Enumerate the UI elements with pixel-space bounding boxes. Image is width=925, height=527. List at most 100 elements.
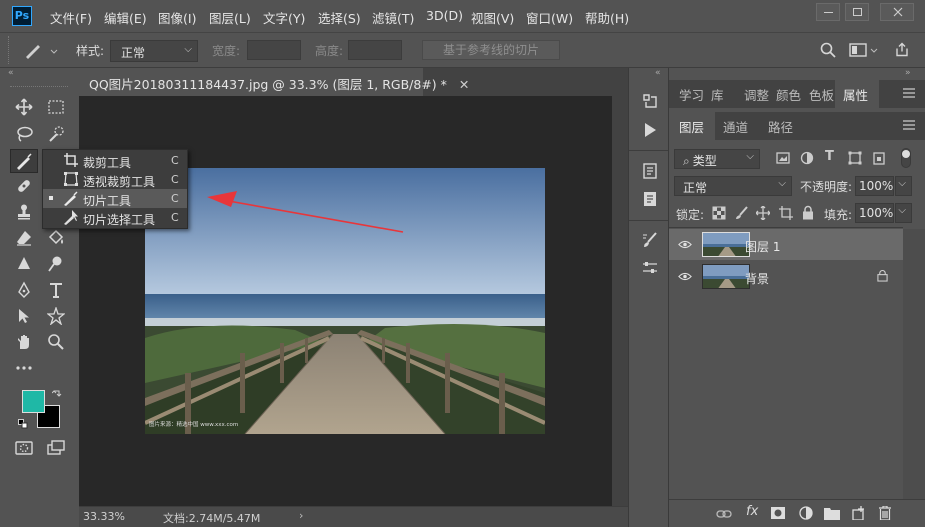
default-colors-icon[interactable] [18,419,28,429]
workspace-icon[interactable] [849,42,879,58]
menu-select[interactable]: 选择(S) [318,8,361,27]
type-tool-icon[interactable] [45,279,67,301]
fx-icon[interactable]: fx [746,504,758,519]
tab-channels[interactable]: 通道 [723,117,748,136]
tab-swatches[interactable]: 色板 [809,85,834,104]
clone-stamp-tool-icon[interactable] [13,201,35,223]
foreground-color-front[interactable] [22,390,45,413]
visibility-eye-icon[interactable] [678,272,692,281]
tab-layers[interactable]: 图层 [679,117,704,136]
height-input[interactable] [348,40,402,60]
tab-color[interactable]: 颜色 [776,85,801,104]
tab-adjustments[interactable]: 调整 [744,85,769,104]
zoom-level[interactable]: 33.33% [83,510,125,523]
new-group-icon[interactable] [824,507,840,520]
healing-brush-tool-icon[interactable] [13,175,35,197]
menu-type[interactable]: 文字(Y) [263,8,305,27]
pen-tool-icon[interactable] [13,279,35,301]
slices-from-guides-button[interactable]: 基于参考线的切片 [422,40,560,60]
edit-toolbar-icon[interactable] [13,357,35,379]
dodge-tool-icon[interactable] [45,253,67,275]
panel-menu-icon[interactable] [903,88,915,98]
flyout-item-slice[interactable]: 切片工具 C [43,189,187,208]
menu-view[interactable]: 视图(V) [471,8,514,27]
history-panel-icon[interactable] [642,93,658,109]
tab-learn[interactable]: 学习 [679,85,704,104]
lock-artboard-icon[interactable] [779,206,793,220]
actions-play-icon[interactable] [642,122,658,138]
delete-layer-icon[interactable] [879,506,891,520]
menu-help[interactable]: 帮助(H) [585,8,629,27]
toolbar-grip[interactable] [10,86,68,88]
menu-layer[interactable]: 图层(L) [209,8,251,27]
tab-libraries[interactable]: 库 [711,85,724,104]
slice-tool-button[interactable] [10,149,38,173]
tool-preset-picker[interactable] [22,41,62,61]
layer-lock-icon[interactable] [877,270,888,282]
opacity-slider-button[interactable]: ⌵ [895,176,912,196]
tab-properties[interactable]: 属性 [843,85,868,104]
zoom-tool-icon[interactable] [45,331,67,353]
close-button[interactable] [880,3,914,21]
minimize-button[interactable] [816,3,840,21]
adjustments-sliders-icon[interactable] [642,260,658,276]
menu-filter[interactable]: 滤镜(T) [372,8,414,27]
notes-panel-icon[interactable] [642,163,658,179]
lock-all-icon[interactable] [801,205,815,220]
paint-bucket-tool-icon[interactable] [45,227,67,249]
filter-type-icon[interactable]: T [825,149,834,164]
menu-edit[interactable]: 编辑(E) [104,8,147,27]
collapse-panels-icon[interactable]: » [905,68,911,78]
search-icon[interactable] [820,42,836,58]
menu-image[interactable]: 图像(I) [158,8,196,27]
document-tab[interactable]: QQ图片20180311184437.jpg @ 33.3% (图层 1, RG… [79,68,469,96]
lock-position-icon[interactable] [756,206,770,220]
flyout-item-slice-select[interactable]: 切片选择工具 C [43,208,187,227]
lasso-tool-icon[interactable] [13,123,35,145]
move-tool-icon[interactable] [13,96,35,118]
flyout-item-perspective-crop[interactable]: 透视裁剪工具 C [43,170,187,189]
layer-row-background[interactable]: 背景 [669,261,903,292]
quick-selection-tool-icon[interactable] [45,123,67,145]
eraser-tool-icon[interactable] [13,227,35,249]
collapse-toolbar-icon[interactable]: « [8,68,79,80]
link-layers-icon[interactable] [716,509,732,519]
blur-tool-icon[interactable] [13,253,35,275]
filter-shape-icon[interactable] [848,151,862,165]
marquee-tool-icon[interactable] [45,96,67,118]
swap-colors-icon[interactable] [52,388,62,398]
hand-tool-icon[interactable] [13,331,35,353]
opacity-input[interactable]: 100% [855,176,894,196]
menu-file[interactable]: 文件(F) [50,8,92,27]
layers-panel-menu-icon[interactable] [903,120,915,130]
tab-paths[interactable]: 路径 [768,117,793,136]
width-input[interactable] [247,40,301,60]
share-icon[interactable] [894,41,910,58]
lock-pixels-icon[interactable] [735,206,749,220]
layer-row-layer1[interactable]: 图层 1 [669,229,903,260]
fill-input[interactable]: 100% [855,203,894,223]
menu-window[interactable]: 窗口(W) [526,8,573,27]
filter-pixel-icon[interactable] [776,151,790,165]
blend-mode-select[interactable]: 正常 ⌵ [674,176,792,196]
quick-mask-icon[interactable] [13,437,35,459]
visibility-eye-icon[interactable] [678,240,692,249]
fill-slider-button[interactable]: ⌵ [895,203,912,223]
style-select[interactable]: 正常 ⌵ [110,40,198,62]
layers-scrollbar[interactable] [903,229,925,499]
layer-filter-select[interactable]: ⌕ 类型 ⌵ [674,149,760,169]
brush-settings-icon[interactable] [642,232,658,248]
filter-toggle-switch[interactable] [901,148,911,168]
collapse-strip-icon[interactable]: « [655,68,661,78]
status-menu-arrow-icon[interactable]: › [299,509,303,522]
vertical-scrollbar[interactable] [612,96,628,506]
filter-adjustment-icon[interactable] [800,151,814,165]
custom-shape-tool-icon[interactable] [45,305,67,327]
lock-transparent-icon[interactable] [712,206,726,220]
filter-smart-object-icon[interactable] [872,151,886,165]
path-selection-tool-icon[interactable] [13,305,35,327]
new-layer-icon[interactable] [851,506,865,520]
menu-3d[interactable]: 3D(D) [426,8,463,23]
maximize-button[interactable] [845,3,869,21]
new-adjustment-layer-icon[interactable] [799,506,813,520]
